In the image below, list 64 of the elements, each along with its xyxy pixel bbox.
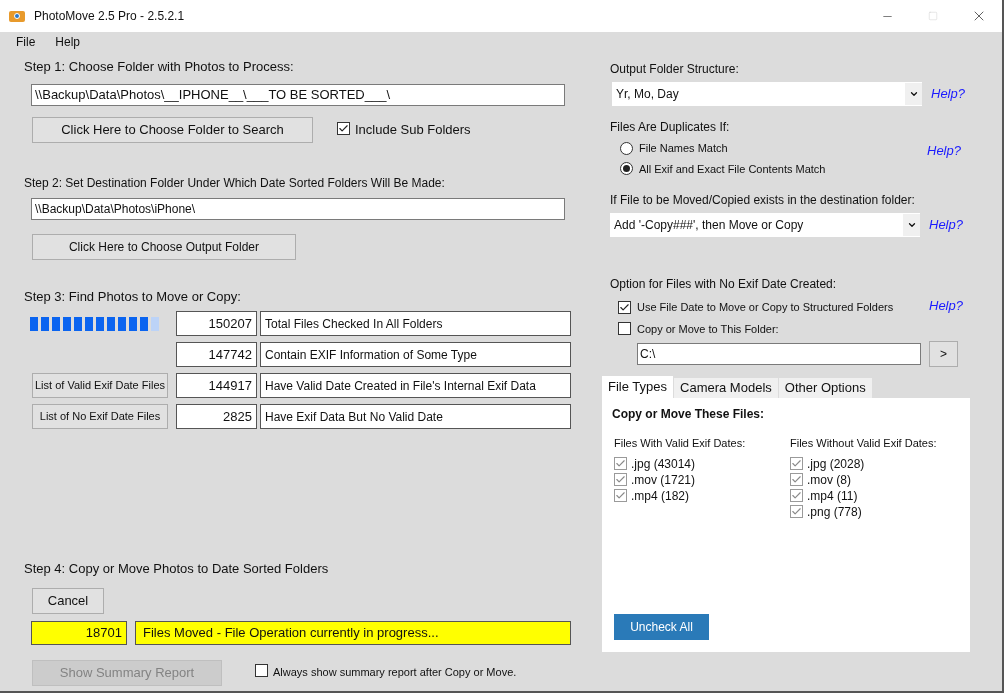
cancel-button[interactable]: Cancel <box>32 587 104 614</box>
window-title: PhotoMove 2.5 Pro - 2.5.2.1 <box>34 8 185 25</box>
count-field: 2825 <box>176 404 257 429</box>
count-description: Contain EXIF Information of Some Type <box>260 342 571 367</box>
file-type-label: .mp4 (11) <box>807 487 858 505</box>
checkbox[interactable] <box>337 121 350 135</box>
checkbox-label: Include Sub Folders <box>355 120 471 139</box>
file-type-label: .mov (1721) <box>631 471 696 489</box>
count-description: Have Exif Data But No Valid Date <box>260 404 571 429</box>
radio-label: All Exif and Exact File Contents Match <box>639 161 826 177</box>
option-label: Option for Files with No Exif Date Created: <box>610 276 838 293</box>
menu-item[interactable]: Help <box>55 33 81 51</box>
choose-output-button[interactable]: Click Here to Choose Output Folder <box>32 233 296 260</box>
dropdown[interactable]: Add '-Copy###', then Move or Copy <box>610 213 920 237</box>
checkbox[interactable] <box>255 663 268 677</box>
help-link[interactable]: Help? <box>929 296 963 337</box>
choose-folder-button[interactable]: Click Here to Choose Folder to Search <box>32 116 313 143</box>
checkbox-label: Copy or Move to This Folder: <box>637 321 779 337</box>
step-label: Step 1: Choose Folder with Photos to Process: <box>24 58 295 76</box>
option-label: If File to be Moved/Copied exists in the destination folder: <box>610 192 916 209</box>
status-message: Files Moved - File Operation currently in progress... <box>135 620 571 645</box>
tab[interactable]: Camera Models <box>673 378 778 398</box>
list-button[interactable]: List of No Exif Date Files <box>32 404 168 429</box>
tab[interactable]: File Types <box>602 376 673 398</box>
file-type-label: .mp4 (182) <box>631 487 690 505</box>
progress-segment <box>151 316 159 331</box>
destination-folder-field[interactable]: \\Backup\Data\Photos\iPhone\ <box>31 197 565 220</box>
file-type-label: .jpg (43014) <box>631 455 696 473</box>
list-button[interactable]: List of Valid Exif Date Files <box>32 373 168 398</box>
checkbox-label: Always show summary report after Copy or Move. <box>273 665 517 681</box>
step-label: Step 4: Copy or Move Photos to Date Sorted Folders <box>24 560 330 578</box>
tab[interactable]: Other Options <box>777 378 872 398</box>
panel-heading: Copy or Move These Files: <box>612 406 766 423</box>
checkbox[interactable] <box>618 322 631 336</box>
count-description: Have Valid Date Created in File's Internal Exif Data <box>260 373 571 398</box>
option-label: Files Are Duplicates If: <box>610 119 731 136</box>
moved-count: 18701 <box>31 620 127 645</box>
source-folder-field[interactable]: \\Backup\Data\Photos\__IPHONE__\___TO BE SORTED___\ <box>31 83 565 106</box>
help-link[interactable]: Help? <box>931 84 965 104</box>
checkbox[interactable] <box>618 300 631 314</box>
option-label: Output Folder Structure: <box>610 61 740 78</box>
step-label: Step 2: Set Destination Folder Under Which Date Sorted Folders Will Be Made: <box>24 174 446 192</box>
folder-field[interactable]: C:\ <box>637 343 921 365</box>
radio-button[interactable] <box>620 162 633 176</box>
file-type-label: .mov (8) <box>807 471 851 489</box>
checkbox-label: Use File Date to Move or Copy to Structured Folders <box>637 300 894 315</box>
radio-label: File Names Match <box>639 141 728 156</box>
help-link[interactable]: Help? <box>929 215 963 235</box>
count-field: 144917 <box>176 373 257 398</box>
file-type-label: .png (778) <box>807 503 862 521</box>
uncheck-all-button[interactable]: Uncheck All <box>614 614 709 640</box>
menu-item[interactable]: File <box>16 33 36 51</box>
column-heading: Files Without Valid Exif Dates: <box>790 436 938 451</box>
radio-button[interactable] <box>620 141 633 155</box>
step-label: Step 3: Find Photos to Move or Copy: <box>24 287 242 306</box>
count-description: Total Files Checked In All Folders <box>260 311 571 336</box>
help-link[interactable]: Help? <box>927 141 961 177</box>
column-heading: Files With Valid Exif Dates: <box>614 436 747 451</box>
file-type-label: .jpg (2028) <box>807 455 865 473</box>
dropdown[interactable]: Yr, Mo, Day <box>612 82 922 106</box>
camera-icon <box>9 10 25 22</box>
count-field: 147742 <box>176 342 257 367</box>
count-field: 150207 <box>176 311 257 336</box>
browse-button[interactable]: > <box>929 341 958 367</box>
